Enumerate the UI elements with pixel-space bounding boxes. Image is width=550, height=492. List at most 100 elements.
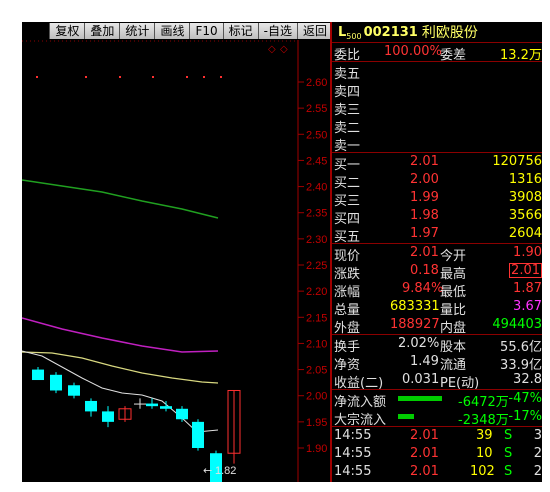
tick-row: 14:55 2.01 102 S 2 [332, 463, 542, 481]
price-tick-label: 2.15 [306, 312, 327, 324]
price-tick-label: 2.50 [306, 129, 327, 141]
candle-body[interactable] [85, 400, 97, 412]
quote-value: 3.67 [513, 299, 542, 314]
candle-body[interactable] [176, 408, 188, 420]
quote-value: 1.87 [513, 281, 542, 296]
price-ticks: 2.60 2.55 2.50 2.45 2.40 2.35 2.30 2.25 2.20 2.15… [298, 77, 327, 455]
tick-volume: 10 [476, 446, 493, 461]
candle-body[interactable] [68, 385, 80, 396]
quote-value: 494403 [492, 317, 542, 332]
bid-volume: 3566 [508, 208, 542, 223]
remove-watchlist-button[interactable]: -自选 [257, 23, 297, 39]
bid-label: 买五 [334, 230, 361, 245]
tick-count: 2 [533, 464, 542, 479]
price-tick-label: 2.05 [306, 365, 327, 377]
statistics-button[interactable]: 统计 [119, 23, 155, 39]
quote-value: 1.90 [513, 245, 542, 260]
quote-row: 现价 2.01 今开 1.90 [332, 244, 542, 264]
top-dot-markers [36, 76, 222, 78]
ask-row[interactable]: 卖四 [332, 80, 542, 100]
low-arrow-icon: ← [203, 464, 212, 477]
ask-row[interactable]: 卖五 [332, 62, 542, 82]
price-tick-label: 1.95 [306, 417, 327, 429]
stock-code: 002131 [363, 24, 418, 40]
tick-count: 2 [533, 446, 542, 461]
bid-volume: 120756 [492, 154, 542, 169]
ma-green-line [22, 179, 219, 219]
bid-volume: 1316 [508, 172, 542, 187]
marker-dot [220, 76, 222, 78]
candle-body[interactable] [32, 369, 44, 381]
diamond-marker-icon: ◇ [268, 44, 276, 55]
ma-magenta-line [22, 317, 219, 353]
ask-row[interactable]: 卖一 [332, 134, 542, 154]
draw-line-button[interactable]: 画线 [154, 23, 190, 39]
price-tick-label: 2.10 [306, 338, 327, 350]
stock-name: 利欧股份 [421, 25, 478, 41]
back-button[interactable]: 返回 [296, 23, 332, 39]
marker-dot [186, 76, 188, 78]
tick-side: S [504, 428, 513, 443]
restore-rights-button[interactable]: 复权 [49, 23, 85, 39]
quote-value-highlight: 2.01 [509, 263, 542, 278]
ask-row[interactable]: 卖二 [332, 116, 542, 136]
bid-row[interactable]: 买四 1.98 3566 [332, 207, 542, 227]
commission-ratio-label: 委比 [334, 48, 361, 63]
commission-ratio-value: 100.00% [384, 44, 442, 59]
commission-diff-label: 委差 [440, 48, 467, 63]
candle-body[interactable] [146, 403, 158, 407]
price-tick-label: 2.20 [306, 286, 327, 298]
tick-price: 2.01 [410, 446, 439, 461]
tick-section: 14:55 2.01 39 S 3 14:55 2.01 10 S 2 14:5… [332, 426, 542, 481]
price-tick-label: 2.55 [306, 103, 327, 115]
quote-section: 现价 2.01 今开 1.90 涨跌 0.18 最高 2.01 涨幅 9.84%… [332, 243, 542, 336]
overlay-button[interactable]: 叠加 [84, 23, 120, 39]
stock-terminal: 复权 叠加 统计 画线 F10 标记 -自选 返回 ◇ ◇ 2.60 2.55 2.… [22, 22, 542, 482]
flow-row: 净流入额 -6472万 -47% [332, 390, 542, 410]
low-price-label: 1.82 [215, 465, 236, 477]
quote-row: 涨幅 9.84% 最低 1.87 [332, 280, 542, 300]
flow-section: 净流入额 -6472万 -47% 大宗流入 -2348万 -17% [332, 389, 542, 428]
candle-body[interactable] [102, 411, 114, 422]
bid-row[interactable]: 买一 2.01 120756 [332, 153, 542, 173]
candlestick-chart[interactable]: ◇ ◇ 2.60 2.55 2.50 2.45 2.40 2.35 2.30 2.25 2.20… [22, 40, 332, 482]
fund-row: 收益(二) 0.031 PE(动) 32.8 [332, 371, 542, 391]
quote-row: 涨跌 0.18 最高 2.01 [332, 262, 542, 282]
fund-value: 32.8 [513, 372, 542, 387]
tick-price: 2.01 [410, 428, 439, 443]
ma-white-line [22, 350, 219, 433]
quote-row: 外盘 188927 内盘 494403 [332, 316, 542, 336]
tick-price: 2.01 [410, 464, 439, 479]
quote-label: 内盘 [440, 321, 467, 336]
quote-value: 0.18 [410, 263, 439, 278]
quote-label: 外盘 [334, 321, 361, 336]
candle-body[interactable] [134, 403, 146, 405]
f10-button[interactable]: F10 [189, 23, 223, 39]
ask-section: 卖五 卖四 卖三 卖二 卖一 [332, 61, 542, 154]
bid-row[interactable]: 买二 2.00 1316 [332, 171, 542, 191]
mark-button[interactable]: 标记 [222, 23, 258, 39]
price-tick-label: 2.35 [306, 208, 327, 220]
flow-percent: -47% [508, 391, 542, 406]
marker-dot [152, 76, 154, 78]
candle-body[interactable] [160, 406, 172, 409]
diamond-marker-icon: ◇ [280, 44, 288, 55]
commission-diff-value: 13.2万 [500, 48, 542, 63]
quote-value: 9.84% [402, 281, 444, 296]
bid-row[interactable]: 买五 1.97 2604 [332, 225, 542, 245]
fund-row: 换手 2.02% 股本 55.6亿 [332, 335, 542, 355]
candle-body[interactable] [192, 421, 204, 448]
candle-body[interactable] [50, 374, 62, 391]
bid-price: 1.97 [410, 226, 439, 241]
flow-bar [398, 396, 442, 401]
price-tick-label: 2.60 [306, 77, 327, 89]
marker-dot [36, 76, 38, 78]
marker-dot [119, 76, 121, 78]
flow-percent: -17% [508, 409, 542, 424]
marker-dot [203, 76, 205, 78]
flow-label: 大宗流入 [334, 413, 387, 428]
price-tick-label: 2.45 [306, 155, 327, 167]
ask-row[interactable]: 卖三 [332, 98, 542, 118]
price-tick-label: 2.25 [306, 260, 327, 272]
bid-row[interactable]: 买三 1.99 3908 [332, 189, 542, 209]
